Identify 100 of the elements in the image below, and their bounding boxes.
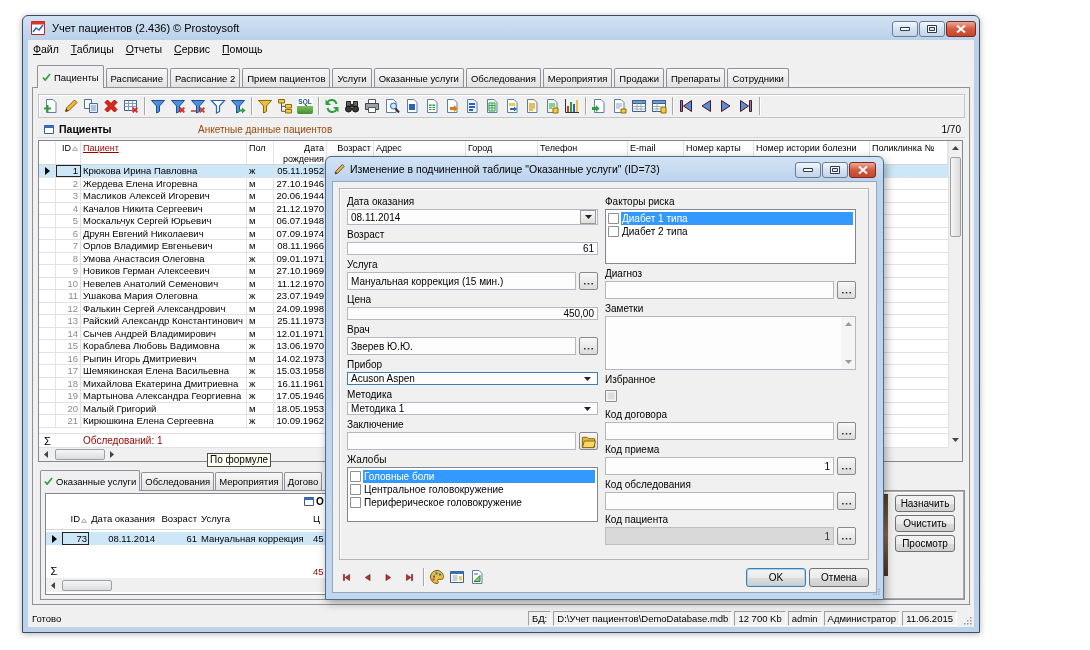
funnel-icon[interactable] xyxy=(150,98,166,114)
checkbox[interactable] xyxy=(608,213,619,224)
skip-forward-icon[interactable] xyxy=(738,98,754,114)
tab[interactable]: Мероприятия xyxy=(542,68,613,87)
checklist[interactable]: Головные боли Центральное головокружение Периферическое головокружение xyxy=(347,467,598,522)
browse-button[interactable] xyxy=(837,281,856,299)
tab[interactable]: Услуги xyxy=(332,68,372,87)
maximize-button[interactable] xyxy=(822,162,848,178)
column-header[interactable]: Услуга xyxy=(199,508,309,529)
tab[interactable]: Оказанные услуги xyxy=(40,470,141,491)
vertical-scrollbar[interactable] xyxy=(948,141,962,447)
ok-button[interactable]: OK xyxy=(746,567,806,587)
cross-icon[interactable] xyxy=(103,98,119,114)
maximize-button[interactable] xyxy=(919,21,945,37)
add-page-icon[interactable] xyxy=(43,98,59,114)
assign-button[interactable]: Назначить xyxy=(895,495,955,512)
tab[interactable]: Прием пациентов xyxy=(242,68,331,87)
dropdown-field[interactable]: Acuson Aspen xyxy=(347,372,598,385)
funnel-cross-icon[interactable] xyxy=(190,98,206,114)
document-icon[interactable] xyxy=(524,98,540,114)
tab[interactable]: Продажи xyxy=(614,68,665,87)
grid-cross-icon[interactable] xyxy=(123,98,139,114)
close-button[interactable] xyxy=(946,21,976,37)
tree-icon[interactable] xyxy=(277,98,293,114)
menu-item[interactable]: Отчеты xyxy=(125,41,163,56)
browse-button[interactable] xyxy=(837,457,856,475)
checkbox[interactable] xyxy=(350,484,361,495)
tab[interactable]: Обследования xyxy=(465,68,541,87)
funnel-arrow-icon[interactable] xyxy=(230,98,246,114)
pencil-icon[interactable] xyxy=(63,98,79,114)
column-header[interactable]: Дата оказания xyxy=(89,508,157,529)
browse-button[interactable] xyxy=(837,492,856,510)
palette-icon[interactable] xyxy=(429,569,445,585)
tab[interactable]: Расписание xyxy=(105,68,168,87)
list-item[interactable]: Периферическое головокружение xyxy=(363,496,595,509)
cancel-button[interactable]: Отмена xyxy=(809,567,869,587)
resize-grip-icon[interactable] xyxy=(870,587,880,597)
spreadsheet-icon[interactable] xyxy=(424,98,440,114)
view-button[interactable]: Просмотр xyxy=(895,535,955,552)
input-field[interactable] xyxy=(605,492,834,510)
memo-field[interactable] xyxy=(605,316,856,370)
input-field[interactable]: 61 xyxy=(347,242,598,255)
tab[interactable]: Обследования xyxy=(141,472,215,490)
checkbox[interactable] xyxy=(350,497,361,508)
horizontal-scrollbar[interactable] xyxy=(46,578,325,592)
tab[interactable]: Оказанные услуги xyxy=(373,68,464,87)
menu-item[interactable]: Помощь xyxy=(222,41,263,56)
tab[interactable]: Пациенты xyxy=(37,65,104,88)
document-icon[interactable] xyxy=(404,98,420,114)
column-header[interactable]: Возраст xyxy=(157,508,199,529)
skip-back-icon[interactable] xyxy=(342,572,351,582)
document-icon[interactable] xyxy=(464,98,480,114)
browse-button[interactable] xyxy=(579,272,598,290)
triangle-right-icon[interactable] xyxy=(384,572,393,582)
input-field[interactable] xyxy=(605,422,834,440)
tab[interactable]: Догово xyxy=(283,472,323,490)
vertical-scrollbar[interactable] xyxy=(841,317,855,369)
date-field[interactable]: 08.11.2014 xyxy=(347,209,598,225)
document-arrow-icon[interactable] xyxy=(504,98,520,114)
checkbox[interactable] xyxy=(605,390,617,402)
browse-button[interactable] xyxy=(579,337,598,355)
dropdown-button[interactable] xyxy=(580,210,596,224)
scroll-thumb[interactable] xyxy=(55,449,105,460)
funnel-icon[interactable] xyxy=(257,98,273,114)
table-icon[interactable] xyxy=(631,98,647,114)
skip-forward-icon[interactable] xyxy=(405,572,414,582)
printer-icon[interactable] xyxy=(364,98,380,114)
spreadsheet-icon[interactable] xyxy=(484,98,500,114)
menu-item[interactable]: Таблицы xyxy=(70,41,114,56)
column-header[interactable]: ID xyxy=(56,141,81,164)
close-button[interactable] xyxy=(849,162,876,178)
scroll-thumb[interactable] xyxy=(62,579,112,591)
column-header[interactable]: ID xyxy=(62,508,89,529)
input-field[interactable] xyxy=(347,432,576,450)
checklist[interactable]: Диабет 1 типа Диабет 2 типа xyxy=(605,209,856,264)
document-arrow-icon[interactable] xyxy=(444,98,460,114)
skip-back-icon[interactable] xyxy=(678,98,694,114)
checkbox[interactable] xyxy=(608,226,619,237)
input-field[interactable] xyxy=(605,281,834,299)
dropdown-field[interactable]: Методика 1 xyxy=(347,402,598,415)
copy-icon[interactable] xyxy=(83,98,99,114)
menu-item[interactable]: Файл xyxy=(33,41,59,56)
tab[interactable]: Сотрудники xyxy=(727,68,789,87)
column-header[interactable]: Ц xyxy=(309,508,325,529)
input-field[interactable]: 450,00 xyxy=(347,307,598,320)
input-field[interactable]: 1 xyxy=(605,457,834,475)
column-header[interactable]: Пол xyxy=(247,141,274,164)
input-field[interactable]: Зверев Ю.Ю. xyxy=(347,337,576,355)
minimize-button[interactable] xyxy=(892,21,918,37)
browse-button[interactable] xyxy=(837,422,856,440)
tab[interactable]: Мероприятия xyxy=(215,472,283,490)
print-preview-icon[interactable] xyxy=(384,98,400,114)
bar-chart-icon[interactable] xyxy=(564,98,580,114)
scroll-thumb[interactable] xyxy=(950,157,961,237)
document-icon[interactable] xyxy=(544,98,560,114)
binoculars-icon[interactable] xyxy=(344,98,360,114)
list-item[interactable]: Центральное головокружение xyxy=(363,483,595,496)
document-icon[interactable] xyxy=(611,98,627,114)
funnel-outline-icon[interactable] xyxy=(210,98,226,114)
clear-button[interactable]: Очистить xyxy=(895,515,955,532)
